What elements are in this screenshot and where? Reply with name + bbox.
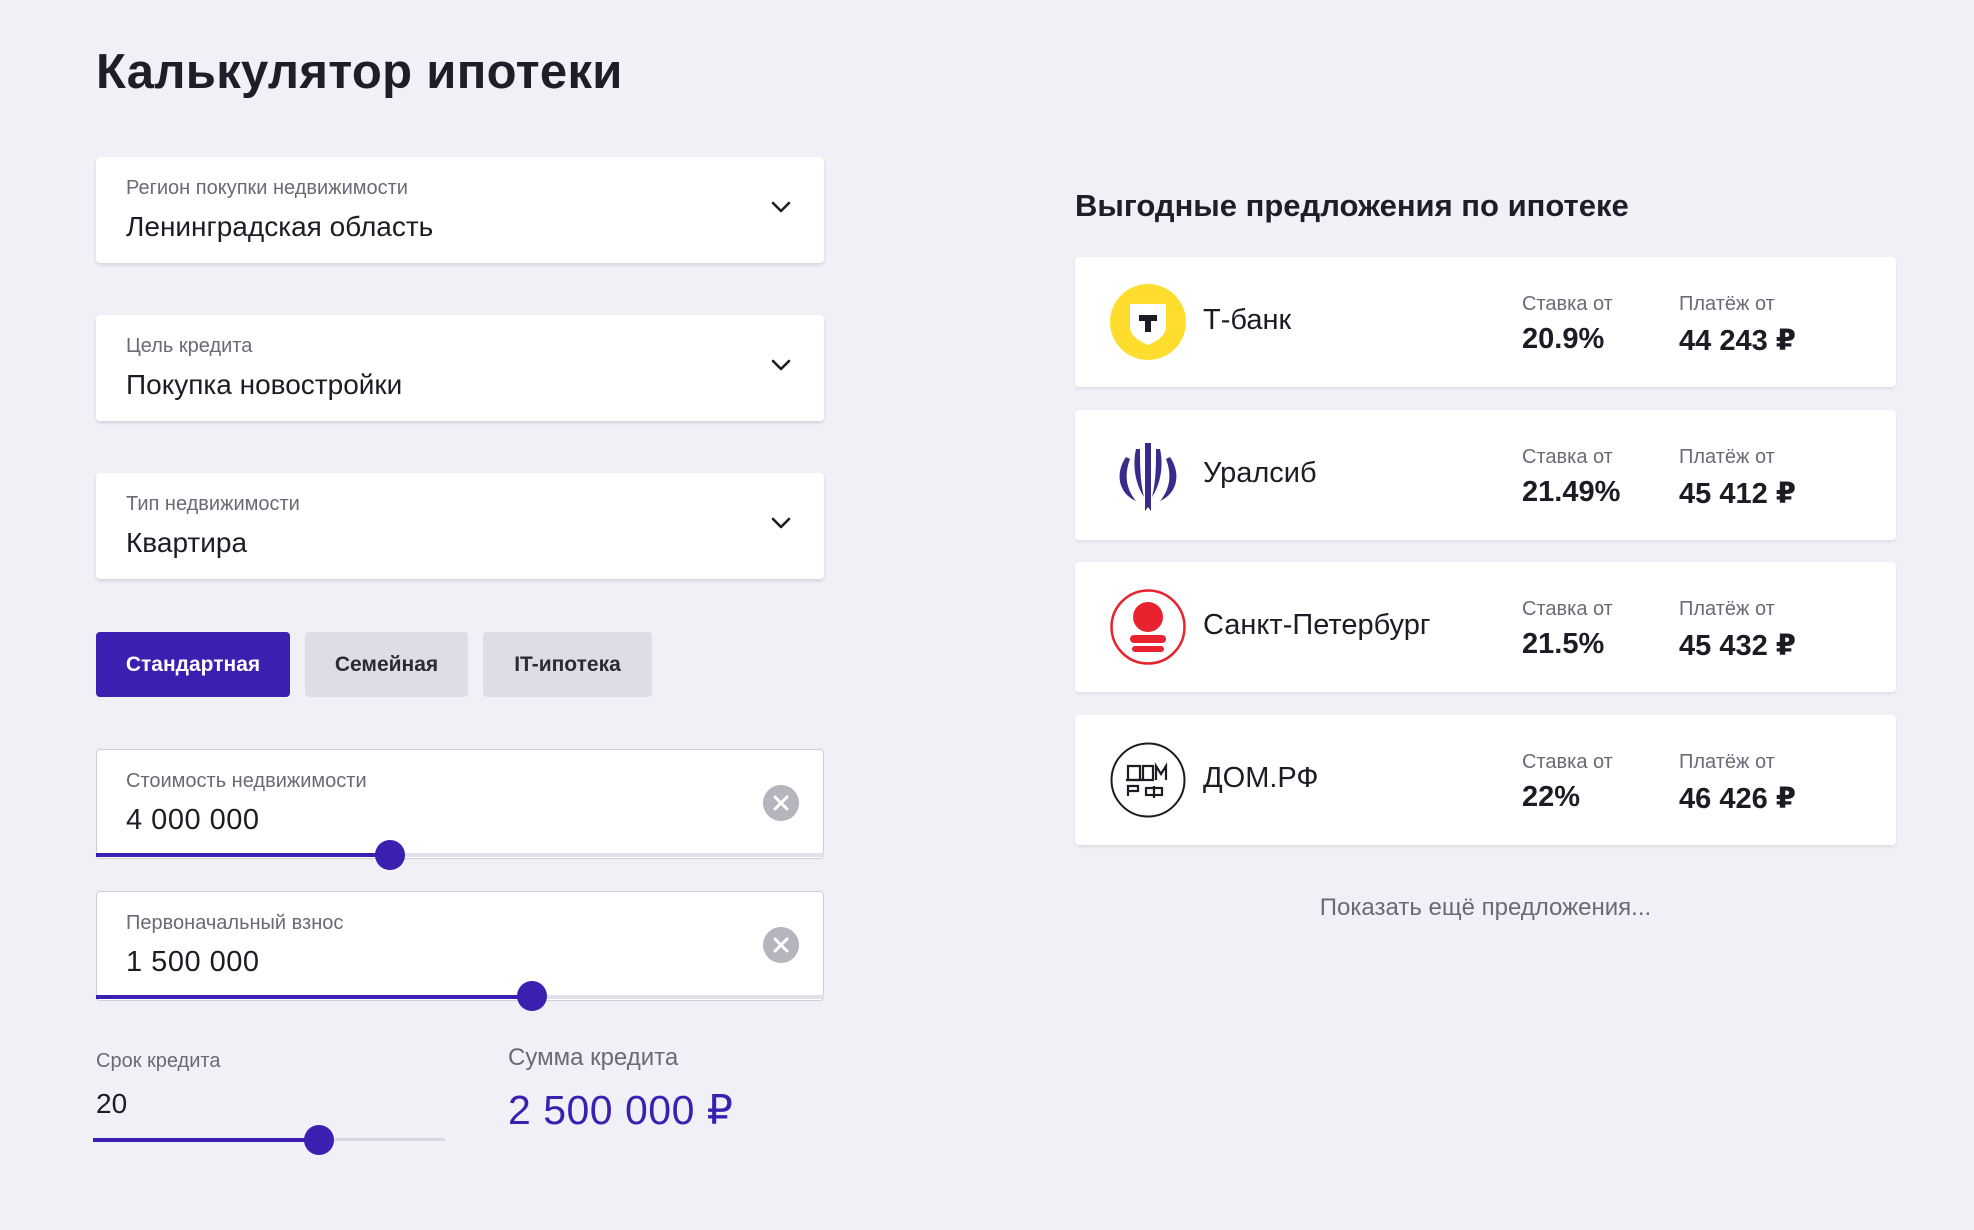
offer-payment-label: Платёж от (1679, 598, 1775, 620)
property-type-select-label: Тип недвижимости (126, 493, 300, 515)
term-slider-thumb[interactable] (304, 1125, 334, 1155)
region-select-label: Регион покупки недвижимости (126, 177, 408, 199)
down-payment-slider-thumb[interactable] (517, 981, 547, 1011)
offer-payment-value: 46 426 ₽ (1679, 783, 1796, 815)
bspb-logo-icon (1110, 589, 1186, 665)
offer-rate-value: 22% (1522, 781, 1581, 813)
offer-rate-value: 21.49% (1522, 476, 1621, 508)
offer-payment-value: 44 243 ₽ (1679, 325, 1796, 357)
offer-bank-name: ДОМ.РФ (1203, 762, 1319, 794)
property-type-select[interactable]: Тип недвижимости Квартира (96, 473, 824, 579)
purpose-select-value: Покупка новостройки (126, 369, 403, 400)
down-payment-slider-track[interactable] (96, 995, 824, 999)
offer-payment-value: 45 412 ₽ (1679, 478, 1796, 510)
region-select-value: Ленинградская область (126, 211, 434, 242)
offer-payment-label: Платёж от (1679, 446, 1775, 468)
loan-sum-value: 2 500 000 ₽ (508, 1087, 734, 1133)
tbank-logo-icon (1110, 284, 1186, 360)
term-slider-track[interactable] (93, 1138, 445, 1142)
clear-icon[interactable] (763, 785, 799, 821)
offer-card-uralsib[interactable]: Уралсиб Ставка от 21.49% Платёж от 45 41… (1075, 410, 1896, 540)
property-cost-slider-thumb[interactable] (375, 840, 405, 870)
tab-it-mortgage[interactable]: IT-ипотека (483, 632, 652, 697)
property-cost-input[interactable]: 4 000 000 (126, 804, 260, 837)
property-cost-slider-track[interactable] (96, 853, 824, 857)
property-type-select-value: Квартира (126, 527, 248, 558)
chevron-down-icon (771, 201, 791, 213)
offer-rate-value: 20.9% (1522, 323, 1605, 355)
offer-card-tbank[interactable]: Т-банк Ставка от 20.9% Платёж от 44 243 … (1075, 257, 1896, 387)
offers-title: Выгодные предложения по ипотеке (1075, 188, 1629, 223)
offer-rate-label: Ставка от (1522, 446, 1613, 468)
loan-sum-label: Сумма кредита (508, 1044, 679, 1071)
offer-payment-value: 45 432 ₽ (1679, 630, 1796, 662)
chevron-down-icon (771, 359, 791, 371)
uralsib-logo-icon (1119, 443, 1177, 511)
down-payment-input[interactable]: 1 500 000 (126, 946, 260, 979)
purpose-select-label: Цель кредита (126, 335, 253, 357)
tab-standard[interactable]: Стандартная (96, 632, 290, 697)
offer-bank-name: Т-банк (1203, 304, 1292, 336)
offer-bank-name: Санкт-Петербург (1203, 609, 1431, 641)
offer-bank-name: Уралсиб (1203, 457, 1317, 489)
offer-card-bspb[interactable]: Санкт-Петербург Ставка от 21.5% Платёж о… (1075, 562, 1896, 692)
term-slider-fill (93, 1138, 319, 1142)
property-cost-slider-fill (96, 853, 390, 857)
offer-payment-label: Платёж от (1679, 293, 1775, 315)
down-payment-slider-fill (96, 995, 532, 999)
offer-rate-label: Ставка от (1522, 751, 1613, 773)
term-label: Срок кредита (96, 1050, 221, 1072)
property-cost-field[interactable]: Стоимость недвижимости 4 000 000 (96, 749, 824, 859)
page-title: Калькулятор ипотеки (96, 45, 623, 99)
term-input[interactable]: 20 (96, 1088, 127, 1120)
show-more-offers-link[interactable]: Показать ещё предложения... (1075, 894, 1896, 922)
offer-payment-label: Платёж от (1679, 751, 1775, 773)
domrf-logo-icon (1110, 742, 1186, 818)
tab-family[interactable]: Семейная (305, 632, 468, 697)
chevron-down-icon (771, 517, 791, 529)
purpose-select[interactable]: Цель кредита Покупка новостройки (96, 315, 824, 421)
offer-card-domrf[interactable]: ДОМ.РФ Ставка от 22% Платёж от 46 426 ₽ (1075, 715, 1896, 845)
property-cost-label: Стоимость недвижимости (126, 770, 367, 792)
clear-icon[interactable] (763, 927, 799, 963)
offer-rate-label: Ставка от (1522, 598, 1613, 620)
down-payment-label: Первоначальный взнос (126, 912, 344, 934)
offer-rate-label: Ставка от (1522, 293, 1613, 315)
offer-rate-value: 21.5% (1522, 628, 1605, 660)
region-select[interactable]: Регион покупки недвижимости Ленинградска… (96, 157, 824, 263)
down-payment-field[interactable]: Первоначальный взнос 1 500 000 (96, 891, 824, 1001)
